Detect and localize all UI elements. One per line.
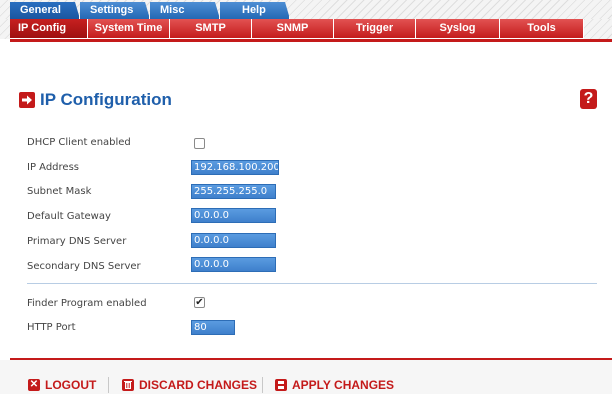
tab-ip-config[interactable]: IP Config [10, 19, 88, 38]
top-tab-bar: General Settings Misc Help [0, 0, 612, 19]
logout-button[interactable]: ✕ LOGOUT [28, 378, 96, 392]
trash-icon [122, 379, 134, 391]
primary-dns-label: Primary DNS Server [27, 236, 127, 247]
form-separator [27, 283, 597, 284]
arrow-right-icon [19, 92, 35, 108]
dhcp-checkbox[interactable] [194, 138, 205, 149]
tab-settings[interactable]: Settings [80, 2, 150, 19]
http-port-input[interactable]: 80 [191, 320, 235, 335]
tab-syslog[interactable]: Syslog [416, 19, 500, 38]
footer-separator [262, 377, 263, 393]
tab-misc[interactable]: Misc [150, 2, 220, 19]
page-title: IP Configuration [40, 90, 172, 109]
default-gateway-label: Default Gateway [27, 211, 111, 222]
ip-address-label: IP Address [27, 162, 79, 173]
save-disk-icon [275, 379, 287, 391]
tab-system-time[interactable]: System Time [88, 19, 170, 38]
apply-changes-label: APPLY CHANGES [292, 378, 395, 392]
discard-changes-button[interactable]: DISCARD CHANGES [122, 378, 257, 392]
finder-program-label: Finder Program enabled [27, 298, 147, 309]
tab-snmp[interactable]: SNMP [252, 19, 334, 38]
secondary-dns-input[interactable]: 0.0.0.0 [191, 257, 276, 272]
logout-label: LOGOUT [45, 378, 97, 392]
sub-tab-bar: IP Config System Time SMTP SNMP Trigger … [0, 19, 612, 39]
tab-smtp[interactable]: SMTP [170, 19, 252, 38]
footer-separator [108, 377, 109, 393]
tab-help[interactable]: Help [220, 2, 290, 19]
dhcp-label: DHCP Client enabled [27, 137, 131, 148]
question-icon[interactable]: ? [580, 89, 597, 109]
discard-changes-label: DISCARD CHANGES [139, 378, 258, 392]
default-gateway-input[interactable]: 0.0.0.0 [191, 208, 276, 223]
tab-tools[interactable]: Tools [500, 19, 584, 38]
finder-program-checkbox[interactable]: ✔ [194, 297, 205, 308]
primary-dns-input[interactable]: 0.0.0.0 [191, 233, 276, 248]
http-port-label: HTTP Port [27, 322, 76, 333]
secondary-dns-label: Secondary DNS Server [27, 261, 141, 272]
x-close-icon: ✕ [28, 379, 40, 391]
apply-changes-button[interactable]: APPLY CHANGES [275, 378, 394, 392]
subnet-mask-label: Subnet Mask [27, 186, 92, 197]
subnet-mask-input[interactable]: 255.255.255.0 [191, 184, 276, 199]
tab-trigger[interactable]: Trigger [334, 19, 416, 38]
tab-general[interactable]: General [10, 2, 80, 19]
ip-address-input[interactable]: 192.168.100.200 [191, 160, 279, 175]
nav-divider [10, 39, 612, 42]
